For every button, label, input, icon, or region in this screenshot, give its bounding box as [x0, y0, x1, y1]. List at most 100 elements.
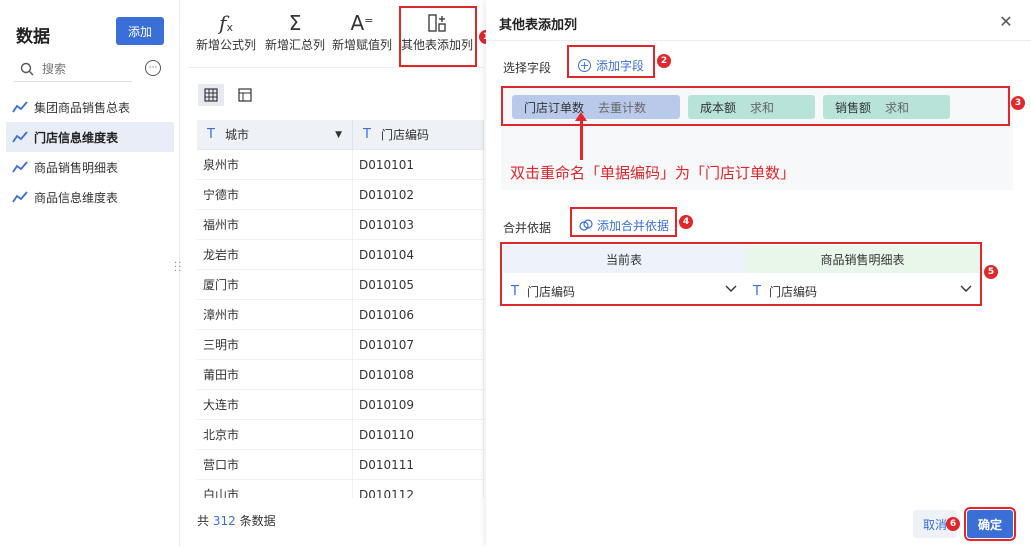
- cell-city: 厦门市: [197, 270, 353, 299]
- table-row[interactable]: 福州市 D010103: [197, 210, 484, 240]
- cell-city: 漳州市: [197, 300, 353, 329]
- column-header-store-code[interactable]: T 门店编码: [353, 120, 484, 149]
- step-badge-5: 5: [984, 265, 998, 279]
- cell-store-code: D010107: [353, 330, 484, 359]
- cell-city: 龙岩市: [197, 240, 353, 269]
- add-field-button[interactable]: + 添加字段: [578, 57, 644, 74]
- cell-store-code: D010112: [353, 480, 484, 498]
- table-row[interactable]: 北京市 D010110: [197, 420, 484, 450]
- highlight-box-toolbar: [399, 6, 477, 67]
- search-box[interactable]: [14, 56, 132, 82]
- layout-view-tab[interactable]: [232, 84, 258, 106]
- cell-city: 大连市: [197, 390, 353, 419]
- data-table: T 城市 ▼ T 门店编码 泉州市 D010101 宁德市 D010102 福州市 D01…: [197, 120, 484, 498]
- add-assign-column-button[interactable]: A = 新增赋值列: [332, 10, 392, 53]
- cell-store-code: D010108: [353, 360, 484, 389]
- line-chart-icon: [12, 131, 28, 143]
- table-row[interactable]: 漳州市 D010106: [197, 300, 484, 330]
- cell-store-code: D010109: [353, 390, 484, 419]
- table-row[interactable]: 宁德市 D010102: [197, 180, 484, 210]
- table-row[interactable]: 大连市 D010109: [197, 390, 484, 420]
- select-fields-label: 选择字段: [503, 61, 552, 75]
- layout-icon: [238, 88, 252, 102]
- annotation-arrow: [580, 116, 583, 160]
- sigma-icon: Σ: [288, 11, 302, 35]
- more-options-icon[interactable]: ···: [145, 60, 161, 76]
- text-type-icon: T: [207, 127, 215, 142]
- table-row[interactable]: 厦门市 D010105: [197, 270, 484, 300]
- sidebar-item-label: 门店信息维度表: [34, 130, 119, 145]
- sidebar-title: 数据: [16, 27, 50, 47]
- annotation-note: 双击重命名「单据编码」为「门店订单数」: [510, 164, 796, 182]
- sidebar: [0, 0, 180, 547]
- merge-basis-label: 合并依据: [503, 221, 552, 235]
- cell-city: 泉州市: [197, 150, 353, 179]
- plus-circle-icon: +: [578, 59, 591, 72]
- drag-handle-icon[interactable]: ·· ·· ··: [174, 259, 182, 277]
- cell-store-code: D010111: [353, 450, 484, 479]
- sidebar-list: 集团商品销售总表 门店信息维度表 商品销售明细表 商品信息维度表: [6, 92, 174, 212]
- cell-store-code: D010110: [353, 420, 484, 449]
- dialog-title: 其他表添加列: [499, 18, 578, 33]
- cell-city: 营口市: [197, 450, 353, 479]
- cell-city: 北京市: [197, 420, 353, 449]
- search-icon: [20, 62, 34, 75]
- confirm-button[interactable]: 确定: [964, 507, 1016, 541]
- table-row[interactable]: 龙岩市 D010104: [197, 240, 484, 270]
- cell-city: 三明市: [197, 330, 353, 359]
- cell-city: 福州市: [197, 210, 353, 239]
- sidebar-item-label: 商品销售明细表: [34, 160, 119, 175]
- sidebar-item-label: 集团商品销售总表: [34, 100, 131, 115]
- cell-store-code: D010102: [353, 180, 484, 209]
- field-chip[interactable]: 门店订单数 去重计数: [512, 95, 680, 119]
- assign-icon: A =: [350, 11, 374, 35]
- highlight-box-merge: [500, 242, 982, 306]
- table-row[interactable]: 白山市 D010112: [197, 480, 484, 498]
- column-header-city[interactable]: T 城市 ▼: [197, 120, 353, 149]
- line-chart-icon: [12, 161, 28, 173]
- cell-store-code: D010103: [353, 210, 484, 239]
- add-formula-column-button[interactable]: fx 新增公式列: [196, 10, 256, 53]
- add-summary-column-button[interactable]: Σ 新增汇总列: [265, 10, 325, 53]
- sidebar-item-label: 商品信息维度表: [34, 190, 119, 205]
- table-row[interactable]: 三明市 D010107: [197, 330, 484, 360]
- table-row[interactable]: 莆田市 D010108: [197, 360, 484, 390]
- formula-icon: fx: [219, 11, 233, 35]
- link-circles-icon: [579, 219, 593, 231]
- cell-store-code: D010106: [353, 300, 484, 329]
- step-badge-6: 6: [946, 517, 960, 531]
- step-badge-4: 4: [679, 215, 693, 229]
- step-badge-3: 3: [1011, 96, 1025, 110]
- add-merge-basis-button[interactable]: 添加合并依据: [579, 217, 669, 234]
- dialog-divider: [486, 40, 1031, 41]
- table-row[interactable]: 营口市 D010111: [197, 450, 484, 480]
- grid-view-tab[interactable]: [198, 84, 224, 106]
- table-row[interactable]: 泉州市 D010101: [197, 150, 484, 180]
- sort-down-icon[interactable]: ▼: [335, 130, 342, 140]
- cell-city: 宁德市: [197, 180, 353, 209]
- field-chip[interactable]: 成本额 求和: [688, 95, 815, 119]
- view-tabs: [198, 84, 266, 106]
- table-body: 泉州市 D010101 宁德市 D010102 福州市 D010103 龙岩市 D010104…: [197, 150, 484, 498]
- sidebar-item[interactable]: 商品信息维度表: [6, 182, 174, 212]
- annotation-arrow-head: [575, 112, 587, 121]
- record-count: 共 312 条数据: [197, 514, 276, 528]
- step-badge-2: 2: [657, 54, 671, 68]
- table-header: T 城市 ▼ T 门店编码: [197, 120, 484, 150]
- search-input[interactable]: [42, 61, 122, 76]
- field-chip[interactable]: 销售额 求和: [823, 95, 950, 119]
- add-data-button[interactable]: 添加: [116, 17, 164, 45]
- cell-city: 莆田市: [197, 360, 353, 389]
- cell-city: 白山市: [197, 480, 353, 498]
- sidebar-item[interactable]: 集团商品销售总表: [6, 92, 174, 122]
- close-icon[interactable]: ✕: [996, 11, 1016, 31]
- grid-icon: [204, 88, 218, 102]
- sidebar-item-active[interactable]: 门店信息维度表: [6, 122, 174, 152]
- cell-store-code: D010105: [353, 270, 484, 299]
- cell-store-code: D010101: [353, 150, 484, 179]
- sidebar-item[interactable]: 商品销售明细表: [6, 152, 174, 182]
- cell-store-code: D010104: [353, 240, 484, 269]
- line-chart-icon: [12, 191, 28, 203]
- text-type-icon: T: [363, 127, 371, 142]
- line-chart-icon: [12, 101, 28, 113]
